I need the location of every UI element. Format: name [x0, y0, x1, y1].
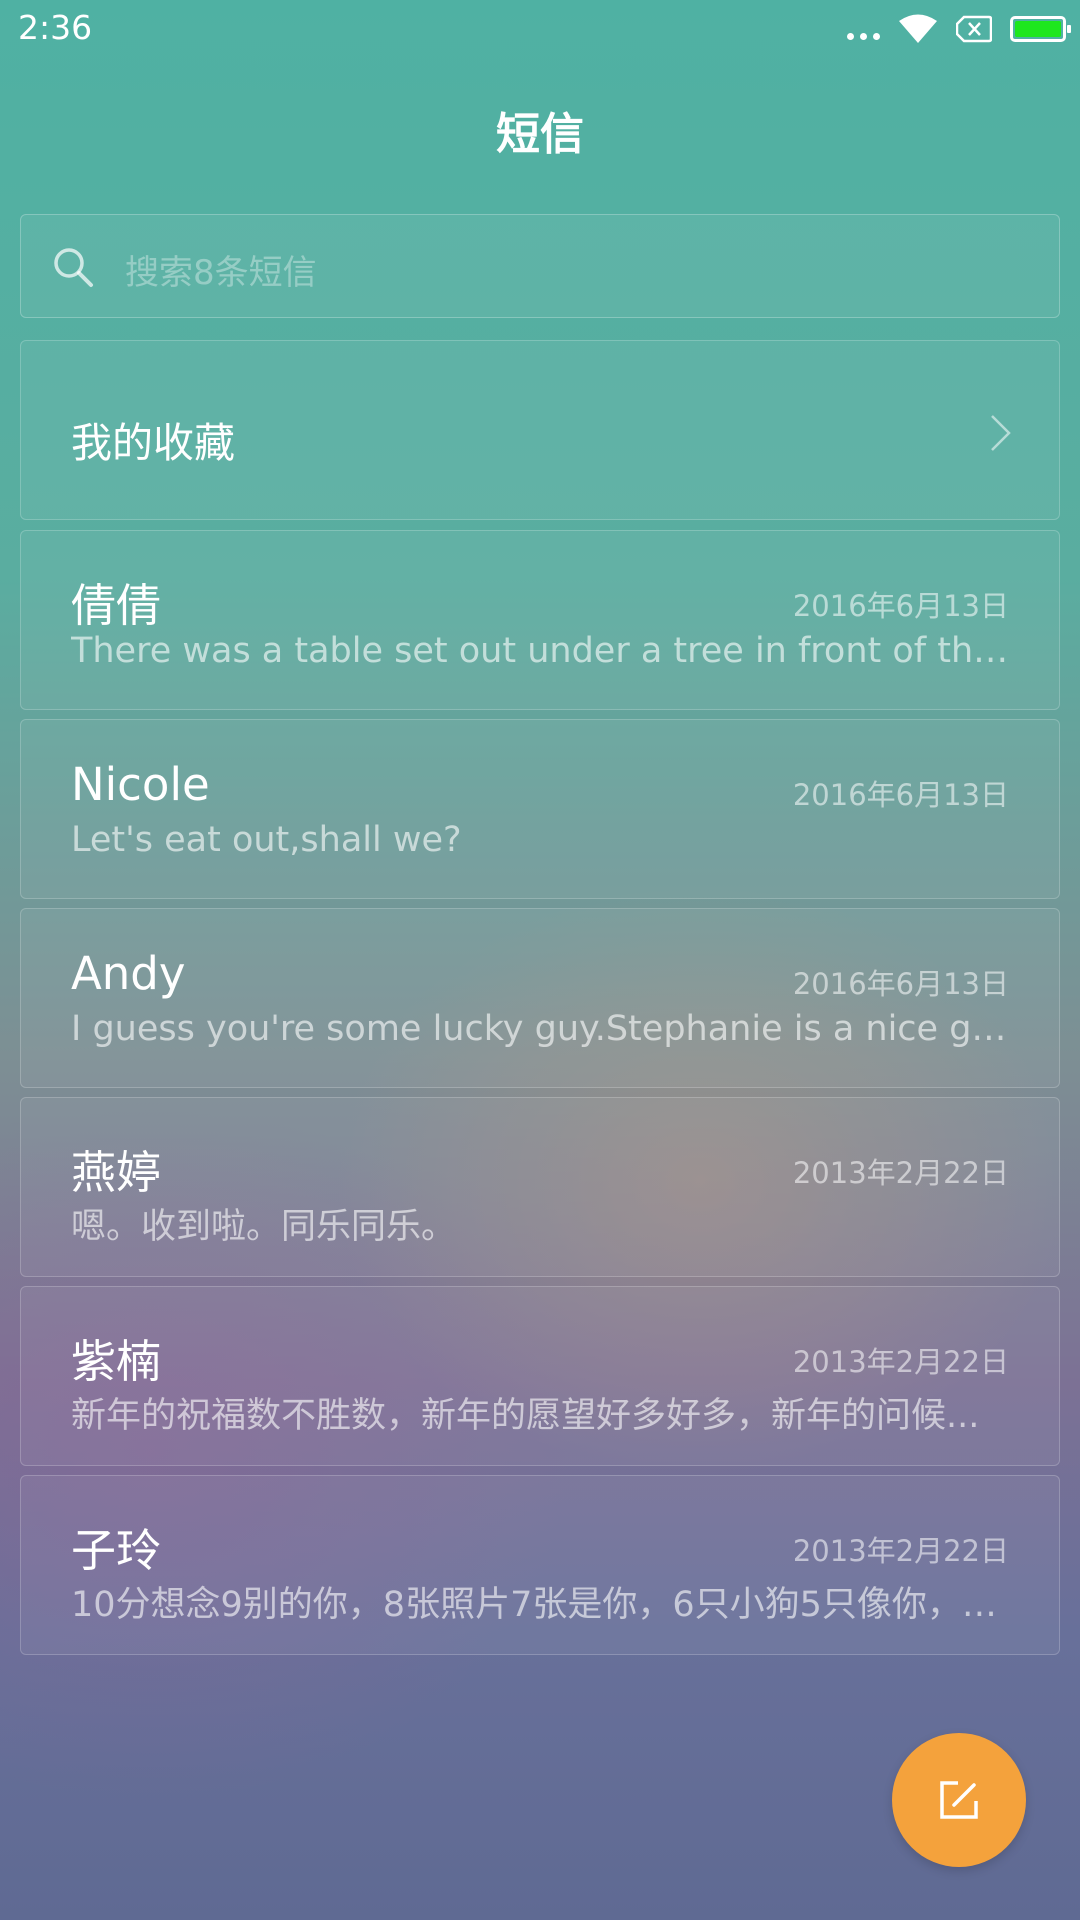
wifi-icon: [899, 14, 937, 43]
status-icons: [847, 14, 1071, 44]
contact-name: Andy: [71, 947, 186, 1000]
message-preview: I guess you're some lucky guy.Stephanie …: [71, 1009, 1011, 1049]
conversation-item[interactable]: 倩倩 2016年6月13日 There was a table set out …: [20, 530, 1060, 710]
conversation-item[interactable]: 紫楠 2013年2月22日 新年的祝福数不胜数，新年的愿望好多好多，新年的问候.…: [20, 1286, 1060, 1466]
conversation-item[interactable]: 燕婷 2013年2月22日 嗯。收到啦。同乐同乐。: [20, 1097, 1060, 1277]
conversation-item[interactable]: Andy 2016年6月13日 I guess you're some luck…: [20, 908, 1060, 1088]
more-dots-icon: [847, 32, 880, 40]
message-date: 2013年2月22日: [792, 1345, 1009, 1379]
contact-name: 倩倩: [71, 579, 162, 632]
favorites-label: 我的收藏: [71, 419, 235, 467]
message-date: 2013年2月22日: [792, 1534, 1009, 1568]
no-sim-icon: [956, 15, 992, 43]
message-preview: There was a table set out under a tree i…: [71, 631, 1011, 671]
page-title: 短信: [496, 109, 584, 160]
favorites-row[interactable]: 我的收藏: [20, 340, 1060, 520]
contact-name: 燕婷: [71, 1146, 162, 1199]
compose-icon: [940, 1781, 978, 1819]
message-preview: 新年的祝福数不胜数，新年的愿望好多好多，新年的问候...: [71, 1396, 980, 1436]
status-time: 2:36: [18, 8, 93, 47]
contact-name: 子玲: [71, 1524, 162, 1577]
message-date: 2016年6月13日: [792, 778, 1009, 812]
chevron-right-icon: [991, 415, 1011, 451]
battery-icon: [1010, 16, 1071, 42]
conversation-item[interactable]: 子玲 2013年2月22日 10分想念9别的你，8张照片7张是你，6只小狗5只像…: [20, 1475, 1060, 1655]
contact-name: 紫楠: [71, 1335, 162, 1388]
contact-name: Nicole: [71, 758, 210, 811]
message-date: 2016年6月13日: [792, 589, 1009, 623]
search-placeholder: 搜索8条短信: [125, 253, 317, 293]
conversation-item[interactable]: Nicole 2016年6月13日 Let's eat out,shall we…: [20, 719, 1060, 899]
compose-button[interactable]: [892, 1733, 1026, 1867]
message-preview: Let's eat out,shall we?: [71, 820, 462, 860]
search-input[interactable]: 搜索8条短信: [20, 214, 1060, 318]
message-date: 2016年6月13日: [792, 967, 1009, 1001]
status-bar: 2:36: [0, 0, 1080, 64]
message-preview: 嗯。收到啦。同乐同乐。: [71, 1207, 457, 1247]
search-icon: [54, 248, 93, 287]
message-date: 2013年2月22日: [792, 1156, 1009, 1190]
message-preview: 10分想念9别的你，8张照片7张是你，6只小狗5只像你，4...: [71, 1585, 1011, 1625]
